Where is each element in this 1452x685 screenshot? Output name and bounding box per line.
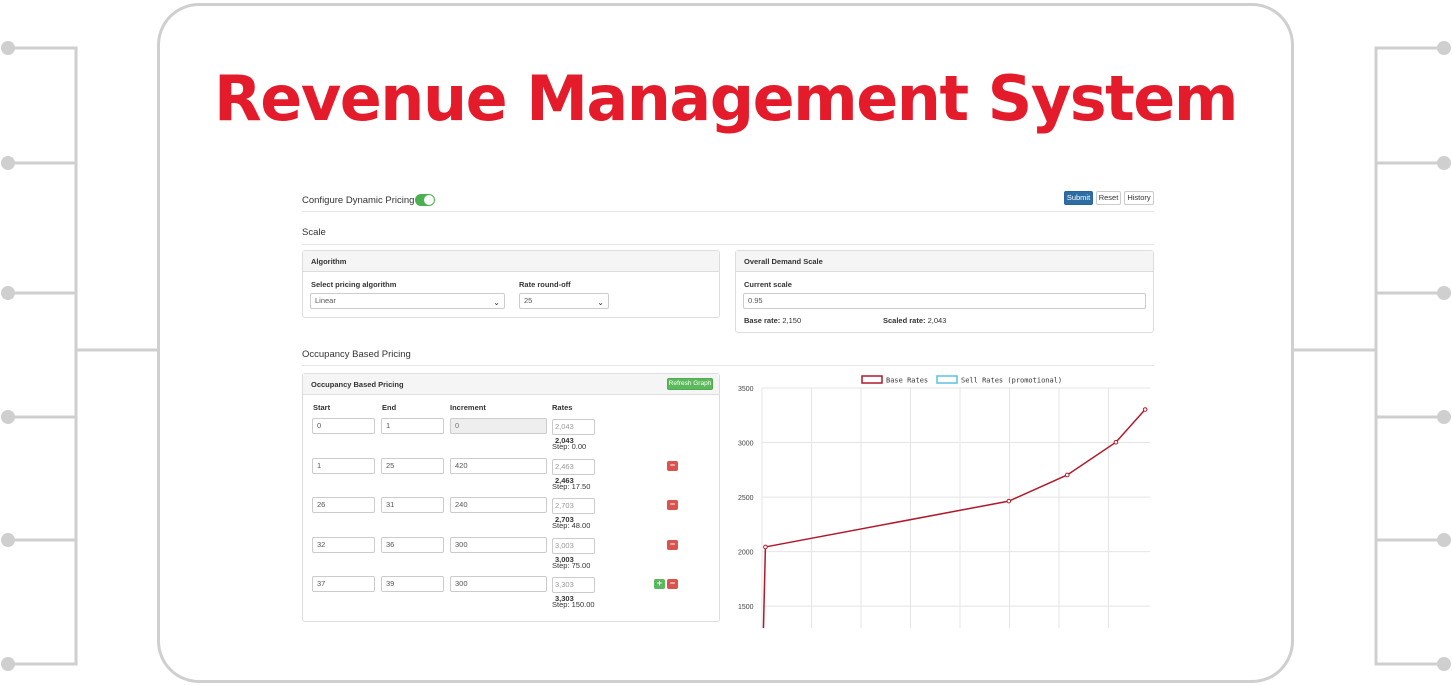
page-title: Revenue Management System — [214, 62, 1238, 135]
algorithm-label: Select pricing algorithm — [311, 280, 397, 289]
step-text: Step: 75.00 — [552, 560, 591, 570]
column-rates-header: Rates — [552, 403, 573, 412]
toggle-knob — [424, 195, 434, 205]
data-point — [1142, 407, 1148, 412]
chart-y-axis: 1500 2000 2500 3000 3500 — [738, 386, 754, 611]
column-end-header: End — [382, 403, 397, 412]
end-input[interactable]: 39 — [381, 576, 444, 592]
rate-value: 2,463 2,463 — [552, 458, 595, 485]
rate-value: 2,043 2,043 — [552, 419, 595, 445]
legend-label: Sell Rates (promotional) — [961, 377, 1062, 385]
algorithm-panel-heading: Algorithm — [311, 257, 347, 266]
add-row-button[interactable]: + — [654, 579, 665, 589]
divider — [302, 211, 1154, 212]
base-rate-label: Base rate: — [744, 316, 781, 325]
roundoff-value: 25 — [524, 296, 533, 305]
remove-row-button[interactable]: − — [667, 460, 678, 471]
remove-row-button[interactable]: − — [667, 579, 678, 589]
occupancy-section-title: Occupancy Based Pricing — [302, 349, 411, 360]
base-rate-text: Base rate: 2,150 — [744, 316, 801, 325]
y-tick-label: 3000 — [738, 441, 754, 448]
column-start-header: Start — [313, 403, 331, 412]
overall-demand-panel: Overall Demand Scale Current scale 0.95 … — [735, 250, 1154, 333]
end-input[interactable]: 36 — [381, 536, 444, 553]
end-input[interactable]: 31 — [381, 497, 444, 513]
chevron-down-icon: ⌄ — [493, 298, 500, 307]
start-input[interactable]: 0 — [312, 418, 375, 434]
rate-value: 3,303 3,303 — [552, 577, 595, 603]
increment-input[interactable]: 300 — [450, 536, 547, 553]
increment-input[interactable]: 420 — [450, 457, 547, 474]
legend-swatch — [861, 375, 883, 384]
legend-swatch — [936, 375, 958, 384]
current-scale-input[interactable]: 0.95 — [743, 293, 1146, 309]
end-input[interactable]: 1 — [381, 418, 444, 434]
column-increment-header: Increment — [450, 403, 486, 412]
start-input[interactable]: 26 — [312, 497, 375, 513]
rate-old: 2,463 — [555, 461, 574, 471]
roundoff-label: Rate round-off — [519, 280, 571, 289]
data-point — [1064, 472, 1070, 478]
base-rates-chart: Base Rates Sell Rates (promotional) 1500 2… — [738, 375, 1150, 629]
panel-heading: Overall Demand Scale — [736, 251, 1153, 272]
step-text: Step: 0.00 — [552, 442, 587, 451]
y-tick-label: 1500 — [738, 604, 754, 611]
scaled-rate-label: Scaled rate: — [883, 316, 926, 325]
scaled-rate-text: Scaled rate: 2,043 — [883, 316, 946, 325]
pricing-algorithm-select[interactable]: Linear ⌄ — [310, 293, 505, 309]
start-input[interactable]: 37 — [312, 576, 375, 592]
start-input[interactable]: 1 — [312, 457, 375, 474]
base-rate-value: 2,150 — [782, 316, 802, 325]
rate-roundoff-select[interactable]: 25 ⌄ — [519, 293, 609, 309]
step-text: Step: 17.50 — [552, 481, 591, 491]
rate-value: 2,703 2,703 — [552, 498, 595, 524]
algorithm-panel: Algorithm Select pricing algorithm Linea… — [302, 250, 720, 318]
current-scale-label: Current scale — [744, 280, 792, 289]
remove-row-button[interactable]: − — [667, 500, 678, 510]
increment-input[interactable]: 240 — [450, 497, 547, 513]
panel-heading: Occupancy Based Pricing — [303, 374, 719, 395]
data-point — [763, 544, 768, 550]
chart-series — [762, 407, 1148, 629]
data-point — [1113, 439, 1119, 445]
step-text: Step: 150.00 — [552, 600, 595, 609]
algorithm-value: Linear — [315, 296, 336, 305]
start-input[interactable]: 32 — [312, 536, 375, 553]
page: Revenue Management System Configure Dyna… — [0, 0, 1452, 685]
configure-dynamic-pricing-label: Configure Dynamic Pricing — [302, 195, 415, 206]
chart-grid — [761, 387, 1150, 628]
rate-value: 3,003 3,003 — [552, 537, 595, 564]
rate-old: 2,703 — [555, 501, 574, 510]
divider — [302, 365, 1154, 366]
rate-old: 3,303 — [555, 580, 574, 589]
dynamic-pricing-toggle[interactable] — [415, 194, 435, 206]
increment-input[interactable]: 300 — [450, 576, 547, 592]
divider — [302, 244, 1154, 245]
scaled-rate-value: 2,043 — [927, 316, 947, 325]
occupancy-pricing-panel: Occupancy Based Pricing Refresh Graph St… — [302, 373, 720, 622]
refresh-graph-button[interactable]: Refresh Graph — [667, 378, 713, 390]
rate-old: 2,043 — [555, 422, 574, 431]
rate-old: 3,003 — [555, 540, 574, 550]
chart-legend: Base Rates Sell Rates (promotional) — [861, 375, 1062, 385]
increment-input: 0 — [450, 418, 547, 434]
scale-section-title: Scale — [302, 227, 326, 238]
y-tick-label: 3500 — [738, 386, 754, 393]
panel-heading: Algorithm — [303, 251, 719, 272]
y-tick-label: 2000 — [738, 550, 754, 557]
legend-label: Base Rates — [886, 377, 928, 385]
y-tick-label: 2500 — [738, 495, 754, 502]
occupancy-panel-heading: Occupancy Based Pricing — [311, 380, 404, 389]
history-button[interactable]: History — [1124, 191, 1154, 205]
submit-button[interactable]: Submit — [1064, 191, 1093, 205]
remove-row-button[interactable]: − — [667, 539, 678, 550]
chevron-down-icon: ⌄ — [597, 298, 604, 307]
data-point — [1006, 498, 1012, 504]
reset-button[interactable]: Reset — [1096, 191, 1121, 205]
demand-panel-heading: Overall Demand Scale — [744, 257, 823, 266]
end-input[interactable]: 25 — [381, 457, 444, 474]
step-text: Step: 48.00 — [552, 521, 591, 530]
